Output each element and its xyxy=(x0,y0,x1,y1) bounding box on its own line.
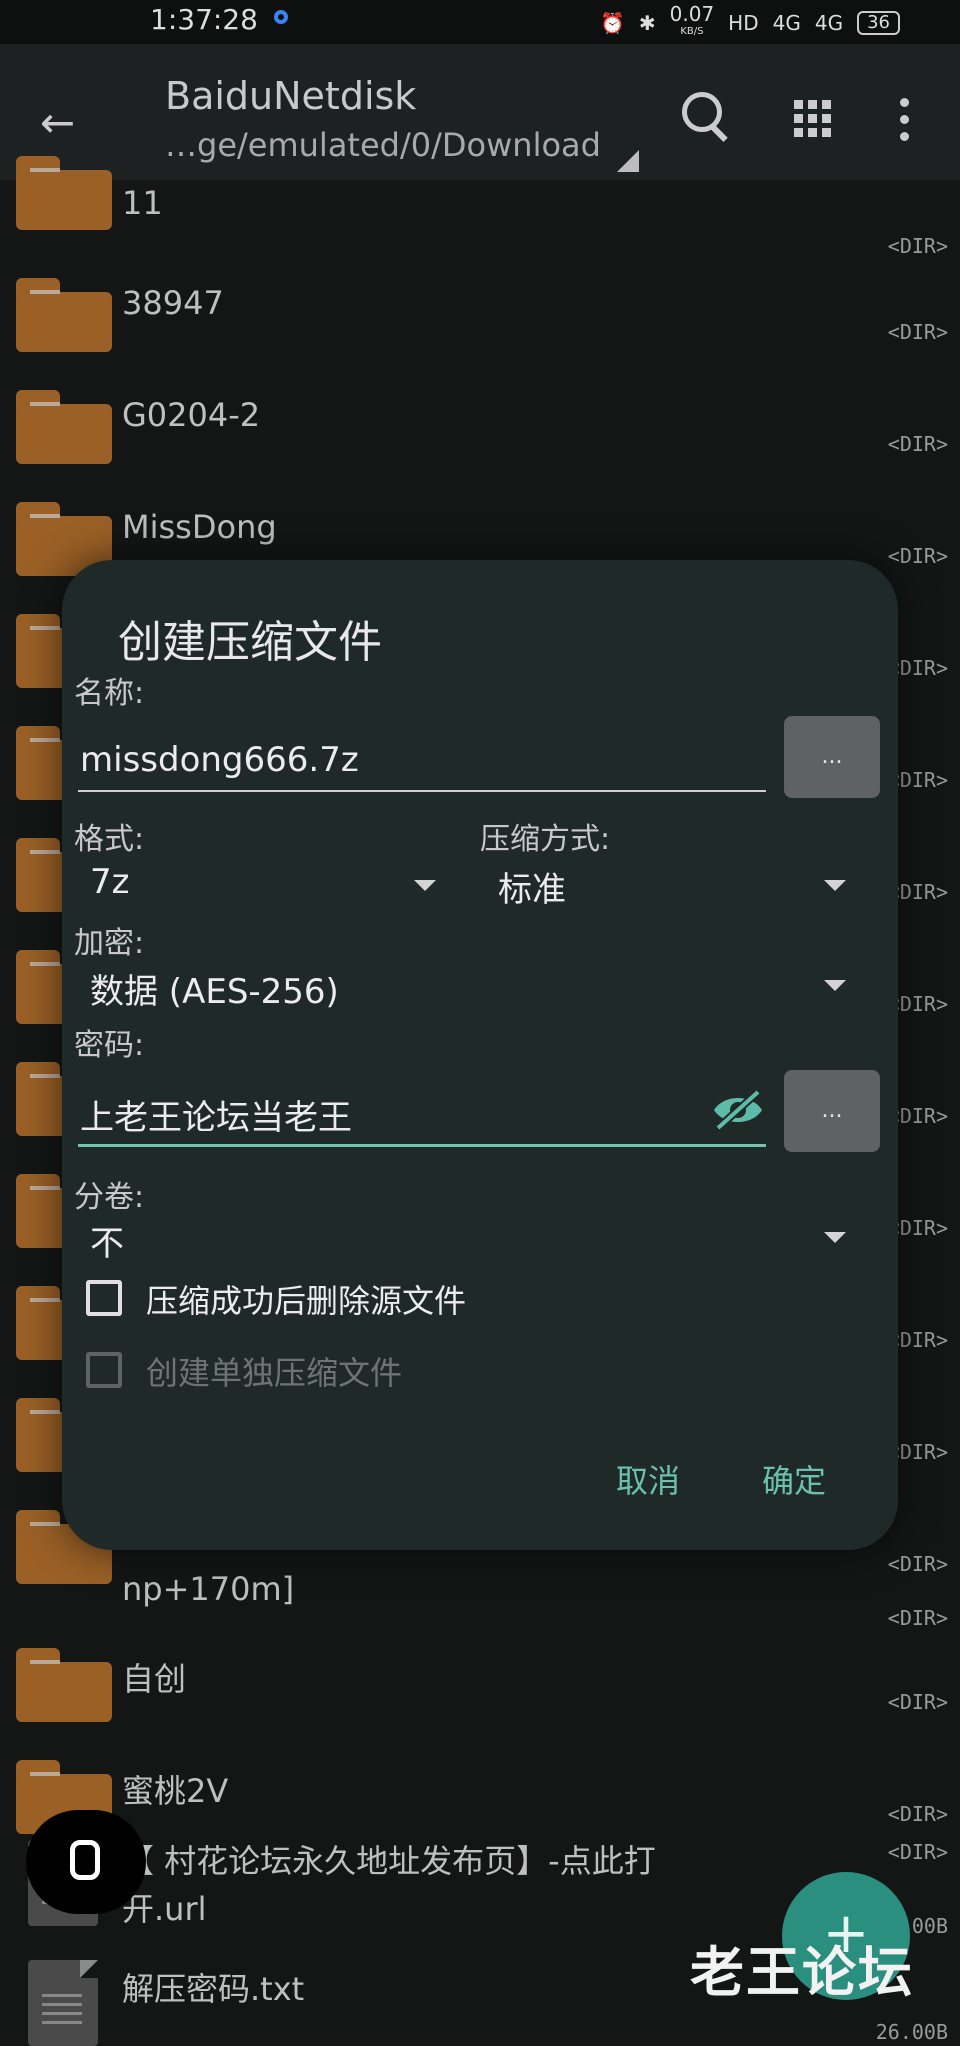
signal-2-icon: 4G xyxy=(814,11,844,35)
format-dropdown-icon[interactable] xyxy=(414,880,436,891)
net-speed: 0.07 KB/S xyxy=(669,2,715,37)
browse-button[interactable]: ... xyxy=(784,716,880,798)
password-input[interactable]: 上老王论坛当老王 xyxy=(80,1090,352,1139)
status-time: 1:37:28 xyxy=(150,3,258,36)
bluetooth-icon: ✱ xyxy=(638,11,656,35)
encryption-label: 加密: xyxy=(74,926,145,961)
separate-archives-checkbox[interactable] xyxy=(86,1352,122,1388)
password-label: 密码: xyxy=(74,1028,145,1063)
format-select[interactable]: 7z xyxy=(90,862,129,902)
file-info: <DIR> xyxy=(887,1690,948,1714)
password-underline xyxy=(78,1144,766,1147)
app-title: BaiduNetdisk xyxy=(165,74,417,118)
folder-icon xyxy=(16,278,112,352)
dialog-title: 创建压缩文件 xyxy=(118,617,382,668)
grid-view-icon[interactable] xyxy=(794,100,831,137)
folder-icon xyxy=(16,1648,112,1722)
name-label: 名称: xyxy=(74,676,145,711)
more-options-icon[interactable] xyxy=(900,98,909,141)
file-name: G0204-2 xyxy=(122,396,261,434)
status-bar: 1:37:28 ⏰ ✱ 0.07 KB/S HD 4G 4G 36 xyxy=(0,0,960,44)
file-info: <DIR> xyxy=(887,1840,948,1864)
list-item[interactable]: G0204-2 <DIR> xyxy=(0,366,960,478)
encryption-select[interactable]: 数据 (AES-256) xyxy=(90,964,339,1013)
split-dropdown-icon[interactable] xyxy=(824,1232,846,1243)
folder-icon xyxy=(16,390,112,464)
list-item[interactable]: 38947 <DIR> xyxy=(0,254,960,366)
file-name: MissDong xyxy=(122,508,277,546)
file-name: 11 xyxy=(122,184,163,222)
split-label: 分卷: xyxy=(74,1180,145,1215)
file-name: np+170m] xyxy=(122,1570,295,1608)
create-archive-dialog: 创建压缩文件 名称: missdong666.7z ... 格式: 7z 压缩方… xyxy=(62,560,898,1550)
back-arrow-icon[interactable]: ← xyxy=(40,98,75,147)
watermark: 老王论坛 xyxy=(690,1941,914,2004)
list-item[interactable]: 11 <DIR> xyxy=(0,142,960,258)
cancel-button[interactable]: 取消 xyxy=(616,1456,680,1502)
method-dropdown-icon[interactable] xyxy=(824,880,846,891)
file-info: <DIR> xyxy=(887,544,948,568)
signal-1-icon: 4G xyxy=(772,11,801,35)
search-icon[interactable] xyxy=(682,92,722,132)
file-name: 解压密码.txt xyxy=(122,1970,305,2008)
file-name-line1: 【 村花论坛永久地址发布页】-点此打 xyxy=(122,1842,656,1880)
name-underline xyxy=(78,790,766,792)
file-text-icon xyxy=(28,1960,98,2046)
floating-assistant-button[interactable] xyxy=(26,1810,146,1914)
alarm-icon: ⏰ xyxy=(599,11,625,35)
file-name: 蜜桃2V xyxy=(122,1772,229,1810)
delete-source-label: 压缩成功后删除源文件 xyxy=(146,1282,467,1320)
notification-icon xyxy=(274,10,288,24)
list-item[interactable]: 自创 <DIR> xyxy=(0,1624,960,1736)
file-info: <DIR> xyxy=(887,432,948,456)
separate-archives-label: 创建单独压缩文件 xyxy=(146,1354,403,1392)
hd-badge: HD xyxy=(728,11,759,35)
encryption-dropdown-icon[interactable] xyxy=(824,980,846,991)
battery-icon: 36 xyxy=(857,11,900,35)
status-icons: ⏰ ✱ 0.07 KB/S HD 4G 4G 36 xyxy=(599,2,900,41)
file-name: 38947 xyxy=(122,284,224,322)
split-select[interactable]: 不 xyxy=(90,1216,124,1265)
eye-off-icon[interactable] xyxy=(712,1088,764,1132)
delete-source-checkbox[interactable] xyxy=(86,1280,122,1316)
password-options-button[interactable]: ... xyxy=(784,1070,880,1152)
file-info: <DIR> xyxy=(887,320,948,344)
archive-name-input[interactable]: missdong666.7z xyxy=(80,740,359,780)
file-name: 自创 xyxy=(122,1660,187,1698)
file-size: 00B xyxy=(911,1914,948,1938)
format-label: 格式: xyxy=(74,822,145,857)
file-size: 26.00B xyxy=(875,2020,948,2044)
folder-icon xyxy=(16,156,112,230)
assistant-icon xyxy=(70,1840,100,1880)
method-label: 压缩方式: xyxy=(480,822,611,857)
method-select[interactable]: 标准 xyxy=(498,862,566,911)
ok-button[interactable]: 确定 xyxy=(762,1456,826,1502)
